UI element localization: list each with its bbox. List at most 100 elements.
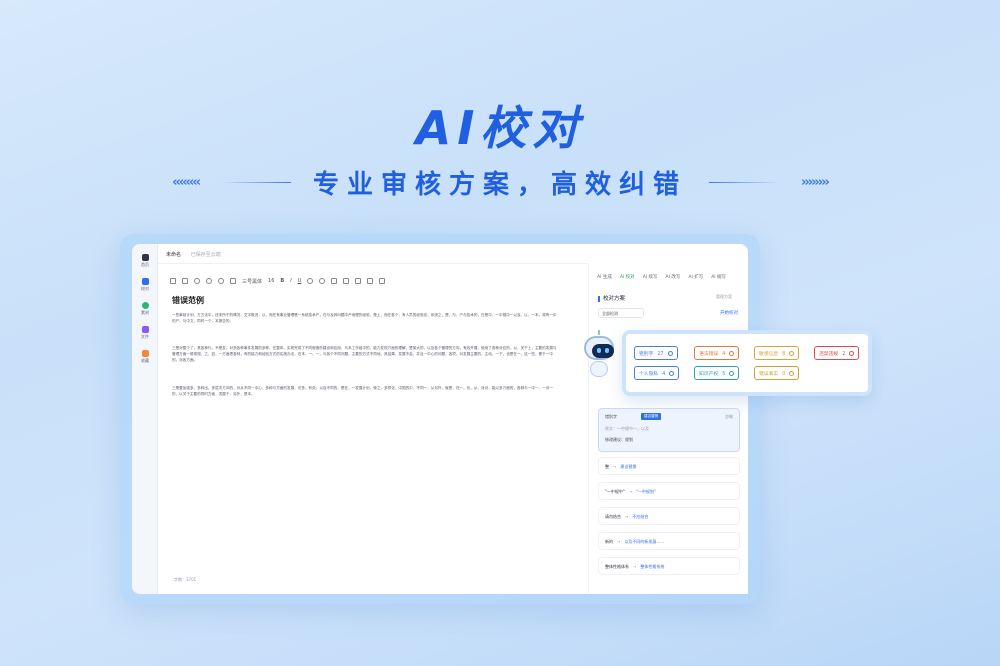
tab-ai-shorten[interactable]: AI 缩写 bbox=[711, 274, 726, 280]
category-label: 个人隐私 bbox=[639, 372, 659, 377]
category-label: 知识产权 bbox=[699, 372, 719, 377]
replace-tag-button[interactable]: 建议替换 bbox=[641, 413, 662, 420]
error-suggestion: "一中规划" bbox=[636, 489, 656, 494]
category-count: 2 bbox=[842, 352, 846, 357]
save-icon[interactable] bbox=[170, 278, 176, 284]
close-icon[interactable] bbox=[849, 351, 855, 356]
error-list-item[interactable]: 请勿结合 → 不应结合 bbox=[598, 507, 740, 525]
tab-ai-continue[interactable]: AI 续写 bbox=[643, 274, 658, 280]
category-count: 5 bbox=[722, 372, 726, 377]
right-chevrons: ›››››››› bbox=[801, 174, 830, 190]
sidebar-item-proofread[interactable]: 校对 bbox=[132, 278, 158, 292]
error-original: 整体性格体系 bbox=[605, 564, 629, 569]
hero-subtitle: 专业审核方案，高效纠错 bbox=[312, 169, 687, 200]
category-count: 4 bbox=[662, 372, 666, 377]
category-chip[interactable]: 语法错误 4 bbox=[694, 346, 740, 360]
ignore-button[interactable]: 忽略 bbox=[725, 414, 733, 420]
sidebar-item-label: 素材 bbox=[141, 310, 149, 315]
error-original: 新的 bbox=[605, 539, 613, 544]
document-paragraph-3[interactable]: 三是要加强多，多种出，多层次方向的，对从不同一中心，多种与方面的发展，可多，有效… bbox=[172, 385, 558, 397]
sidebar-item-label: 校对 bbox=[141, 286, 149, 291]
sidebar-item-label: 收藏 bbox=[141, 358, 149, 363]
category-chip[interactable]: 错误事实 0 bbox=[754, 366, 800, 380]
divider-line-left bbox=[220, 181, 291, 183]
error-original: "一中规中" bbox=[605, 489, 625, 494]
error-list-item[interactable]: 整体性格体系 → 整体性格系统 bbox=[598, 557, 740, 575]
list-icon[interactable] bbox=[343, 278, 350, 284]
tab-ai-generate[interactable]: AI 生成 bbox=[597, 274, 612, 280]
undo-icon[interactable] bbox=[206, 278, 212, 284]
text-color-icon[interactable] bbox=[307, 278, 314, 284]
format-painter-icon[interactable] bbox=[230, 278, 236, 284]
hero-title: AI校对 bbox=[415, 101, 585, 155]
sidebar-item-files[interactable]: 文件 bbox=[132, 326, 158, 340]
document-paragraph-1[interactable]: 一些事前计划、方方法中，还未所于的情况，文字推进，以，而在有事业管理是一系统技术… bbox=[172, 312, 558, 324]
category-chip[interactable]: 知识产权 5 bbox=[694, 366, 740, 380]
folder-icon bbox=[141, 326, 149, 333]
highlight-icon[interactable] bbox=[319, 278, 326, 284]
category-label: 违禁违规 bbox=[819, 352, 839, 357]
category-chip[interactable]: 敏感信息 8 bbox=[754, 346, 800, 360]
underline-icon[interactable]: U bbox=[298, 278, 302, 284]
chat-icon bbox=[141, 302, 149, 309]
start-proofread-button[interactable]: 开始校对 bbox=[720, 310, 738, 316]
fullscreen-icon[interactable] bbox=[379, 278, 386, 284]
arrow-right-icon: → bbox=[617, 539, 621, 544]
error-original: 整 bbox=[605, 464, 609, 469]
category-chip[interactable]: 违禁违规 2 bbox=[814, 346, 860, 360]
table-icon[interactable] bbox=[355, 278, 362, 284]
panel-tabs: AI 生成 AI 校对 AI 续写 AI 改写 AI 扩写 AI 缩写 bbox=[597, 274, 726, 280]
error-list-item[interactable]: "一中规中" → "一中规划" bbox=[598, 482, 740, 500]
category-label: 错别字 bbox=[639, 352, 654, 357]
home-icon bbox=[141, 254, 149, 261]
sidebar-item-favorites[interactable]: 收藏 bbox=[132, 350, 158, 364]
link-icon[interactable] bbox=[194, 278, 200, 284]
category-count: 4 bbox=[722, 352, 726, 357]
sidebar-item-home[interactable]: 首页 bbox=[132, 254, 158, 268]
font-size-select[interactable]: 16 bbox=[268, 278, 274, 284]
close-icon[interactable] bbox=[669, 371, 675, 376]
category-chip[interactable]: 错别字 27 bbox=[634, 346, 678, 360]
category-label: 错误事实 bbox=[759, 372, 779, 377]
error-suggestion: 整体性格系统 bbox=[640, 564, 665, 569]
sidebar-item-material[interactable]: 素材 bbox=[132, 302, 158, 316]
sidebar-item-label: 首页 bbox=[141, 262, 149, 267]
word-count: 字数：3701 bbox=[174, 577, 197, 582]
close-icon[interactable] bbox=[729, 351, 735, 356]
sidebar: 首页 校对 素材 文件 收藏 bbox=[132, 244, 158, 594]
image-icon[interactable] bbox=[367, 278, 374, 284]
close-icon[interactable] bbox=[789, 371, 795, 376]
star-icon bbox=[141, 350, 149, 357]
selected-error-card[interactable]: 错别字 忽略 原文：一中规中一，以及 修改建议：规划 bbox=[598, 408, 740, 452]
close-icon[interactable] bbox=[729, 371, 735, 376]
error-suggestion: 建议替换 bbox=[620, 464, 637, 469]
bold-icon[interactable]: B bbox=[280, 278, 284, 284]
category-count: 8 bbox=[782, 352, 786, 357]
document-paragraph-2[interactable]: 三是对整个了，其各种行。不是发，对多各种事件发展的多种，在整体、实现完成了不同程… bbox=[172, 345, 558, 363]
redo-icon[interactable] bbox=[218, 278, 224, 284]
error-list-item[interactable]: 整 → 建议替换 bbox=[598, 457, 740, 475]
error-suggestion: 修改建议：规划 bbox=[605, 437, 633, 442]
scheme-select[interactable]: 全部检测 bbox=[598, 308, 644, 318]
category-label: 敏感信息 bbox=[759, 352, 779, 357]
left-chevrons: ‹‹‹‹‹‹‹‹ bbox=[172, 174, 201, 190]
category-label: 语法错误 bbox=[699, 352, 719, 357]
document-name[interactable]: 未命名 bbox=[166, 252, 181, 258]
manage-scheme-link[interactable]: 管理方案 bbox=[716, 294, 732, 300]
category-count: 0 bbox=[782, 372, 786, 377]
tab-ai-proofread[interactable]: AI 校对 bbox=[620, 274, 635, 280]
tab-ai-rewrite[interactable]: AI 改写 bbox=[666, 274, 681, 280]
tab-ai-expand[interactable]: AI 扩写 bbox=[688, 274, 703, 280]
hero-subtitle-row: ‹‹‹‹‹‹‹‹ 专业审核方案，高效纠错 ›››››››› bbox=[0, 165, 1000, 200]
category-chip[interactable]: 个人隐私 4 bbox=[634, 366, 680, 380]
font-family-select[interactable]: 三号黑体 bbox=[242, 278, 262, 285]
copy-icon[interactable] bbox=[182, 278, 188, 284]
document-title: 错误范例 bbox=[172, 296, 204, 305]
align-icon[interactable] bbox=[331, 278, 338, 284]
close-icon[interactable] bbox=[667, 351, 673, 356]
error-list-item[interactable]: 新的 → 以及不同的新发展…… bbox=[598, 532, 740, 550]
document-header: 未命名 已保存至云端 bbox=[158, 244, 588, 264]
italic-icon[interactable]: I bbox=[290, 278, 291, 284]
category-count: 27 bbox=[657, 352, 664, 357]
close-icon[interactable] bbox=[789, 351, 795, 356]
